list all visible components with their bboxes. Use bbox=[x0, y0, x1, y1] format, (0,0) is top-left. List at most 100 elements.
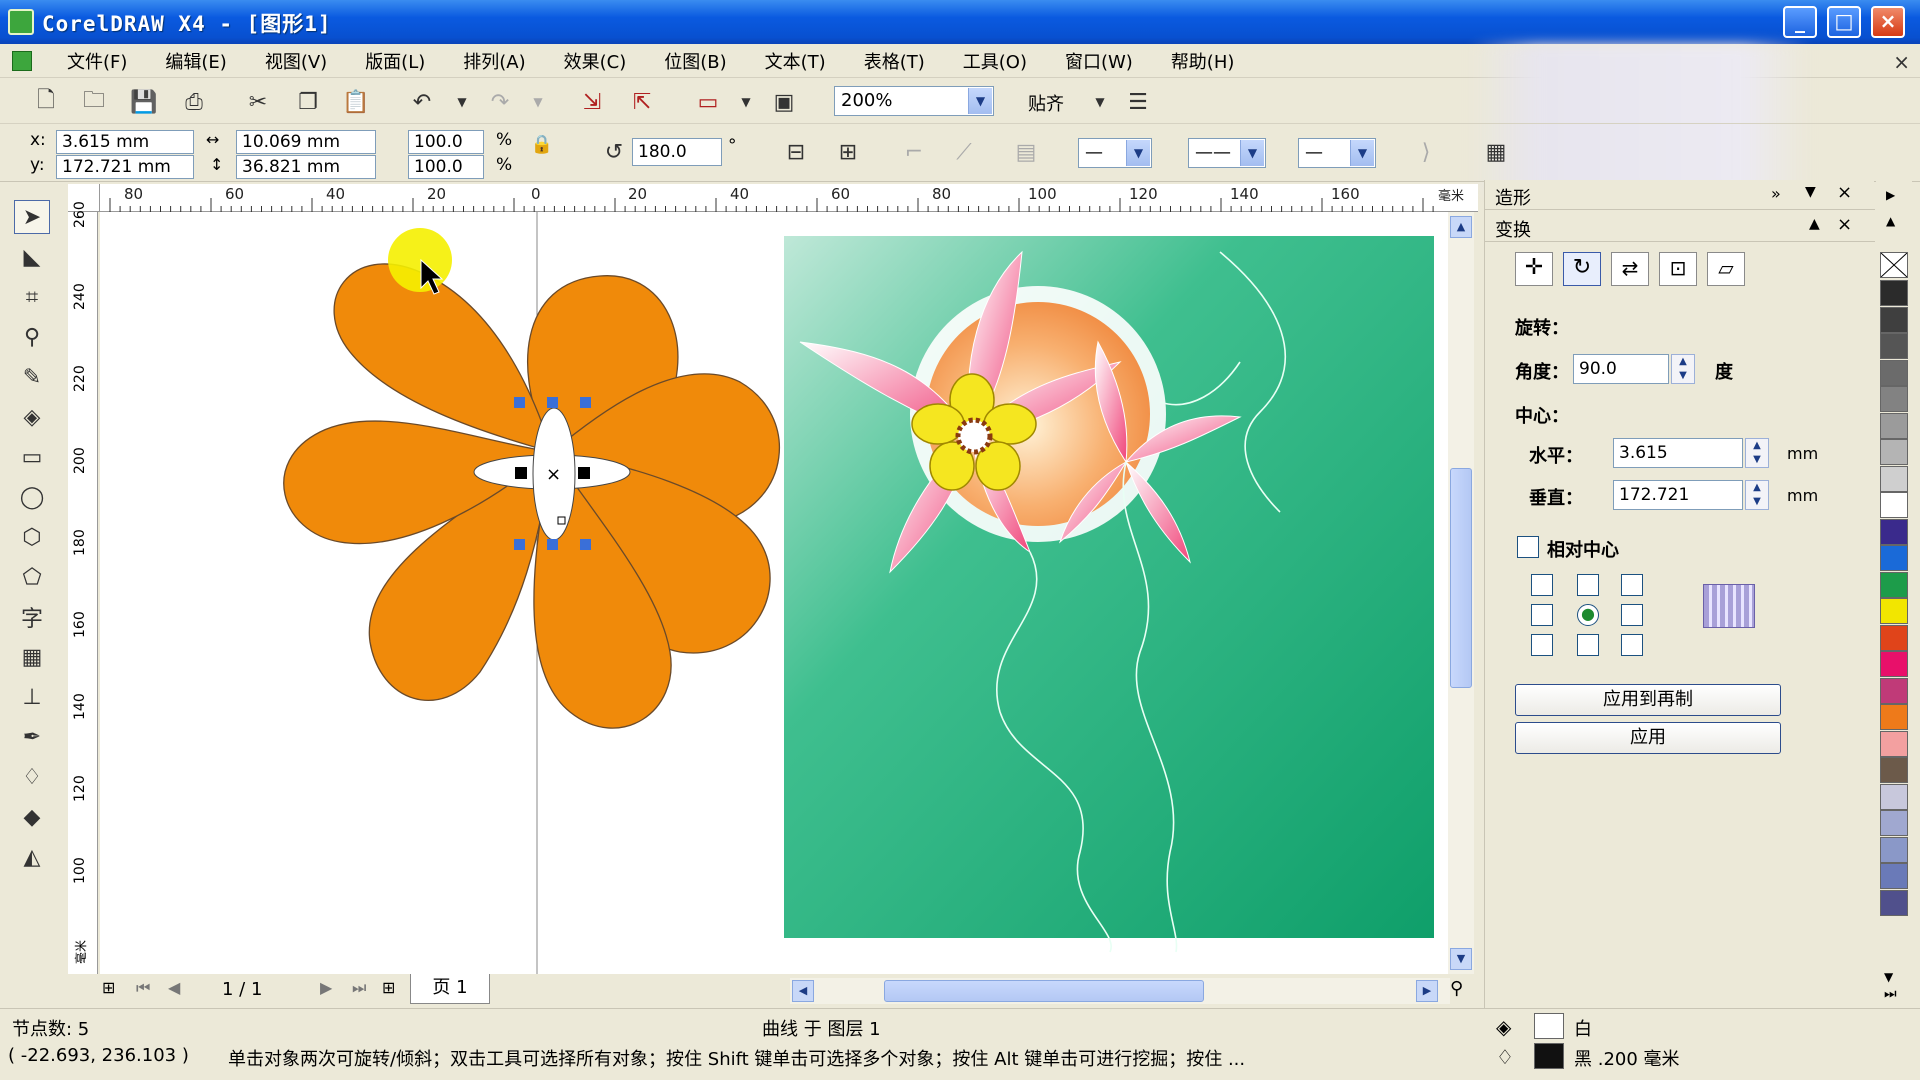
expand-icon[interactable]: » bbox=[1771, 184, 1781, 203]
horizontal-scroll-thumb[interactable] bbox=[884, 980, 1204, 1002]
line-segment-icon[interactable]: ⟋ bbox=[950, 138, 978, 166]
menu-arrange[interactable]: 排列(A) bbox=[444, 48, 544, 74]
redo-icon[interactable]: ↷ bbox=[486, 88, 514, 116]
scroll-left-button[interactable]: ◀ bbox=[792, 980, 814, 1002]
apply-to-duplicate-button[interactable]: 应用到再制 bbox=[1515, 684, 1781, 716]
palette-scroll-up-icon[interactable]: ▶ bbox=[1886, 188, 1895, 202]
mirror-vertical-icon[interactable]: ⊞ bbox=[834, 138, 862, 166]
chevron-down-icon[interactable]: ▼ bbox=[968, 88, 992, 114]
menu-help[interactable]: 帮助(H) bbox=[1152, 48, 1254, 74]
rectangle-tool-icon[interactable]: ▭ bbox=[14, 440, 50, 474]
color-swatch[interactable] bbox=[1880, 439, 1908, 465]
copy-icon[interactable]: ❐ bbox=[294, 88, 322, 116]
pick-tool-icon[interactable]: ➤ bbox=[14, 200, 50, 234]
anchor-top-center[interactable] bbox=[1577, 574, 1599, 596]
drawing-canvas[interactable]: × bbox=[100, 212, 1448, 974]
scale-x-input[interactable]: 100.0 bbox=[408, 130, 484, 154]
application-launcher-icon[interactable]: ▭ bbox=[694, 88, 722, 116]
document-icon[interactable] bbox=[12, 51, 32, 71]
snap-to-button[interactable]: 贴齐 bbox=[1028, 90, 1064, 116]
menu-table[interactable]: 表格(T) bbox=[845, 48, 944, 74]
menu-view[interactable]: 视图(V) bbox=[246, 48, 346, 74]
export-icon[interactable]: ⇱ bbox=[628, 88, 656, 116]
size-mode-icon[interactable]: ⊡ bbox=[1659, 252, 1697, 286]
color-swatch[interactable] bbox=[1880, 333, 1908, 359]
close-button[interactable]: × bbox=[1871, 6, 1905, 38]
center-vertical-input[interactable]: 172.721 bbox=[1613, 480, 1743, 510]
vertical-scroll-thumb[interactable] bbox=[1450, 468, 1472, 688]
first-page-icon[interactable]: ⏮ bbox=[136, 978, 150, 998]
coreldraw-app-icon[interactable] bbox=[8, 9, 34, 35]
chevron-down-icon[interactable]: ▼ bbox=[1240, 140, 1264, 166]
text-tool-icon[interactable]: 字 bbox=[14, 600, 50, 634]
shaping-docker-header[interactable]: 造形 » ▼ × bbox=[1485, 180, 1875, 210]
palette-expand-icon[interactable]: ⏭ bbox=[1884, 986, 1897, 1002]
import-icon[interactable]: ⇲ bbox=[578, 88, 606, 116]
color-swatch[interactable] bbox=[1880, 412, 1908, 439]
anchor-middle-left[interactable] bbox=[1531, 604, 1553, 626]
undo-icon[interactable]: ↶ bbox=[408, 88, 436, 116]
cut-icon[interactable]: ✂ bbox=[244, 88, 272, 116]
add-page-before-icon[interactable]: ⊞ bbox=[102, 978, 115, 997]
horizontal-spinner[interactable]: ▲ ▼ bbox=[1745, 438, 1769, 468]
menu-bitmaps[interactable]: 位图(B) bbox=[645, 48, 745, 74]
fill-color-swatch[interactable] bbox=[1534, 1013, 1564, 1039]
polygon-tool-icon[interactable]: ⬡ bbox=[14, 520, 50, 554]
vertical-scrollbar[interactable]: ▲ ▼ bbox=[1448, 212, 1474, 974]
node-align-icon[interactable]: ⌐ bbox=[900, 138, 928, 166]
color-swatch[interactable] bbox=[1880, 386, 1908, 412]
maximize-button[interactable]: □ bbox=[1827, 6, 1861, 38]
scroll-down-button[interactable]: ▼ bbox=[1450, 948, 1472, 970]
anchor-middle-right[interactable] bbox=[1621, 604, 1643, 626]
fill-tool-icon[interactable]: ◆ bbox=[14, 800, 50, 834]
wrap-text-icon[interactable]: ▤ bbox=[1012, 138, 1040, 166]
width-input[interactable]: 10.069 mm bbox=[236, 130, 376, 154]
vertical-spinner[interactable]: ▲ ▼ bbox=[1745, 480, 1769, 510]
color-swatch[interactable] bbox=[1880, 889, 1908, 916]
chevron-down-icon[interactable]: ▼ bbox=[1805, 184, 1816, 200]
paste-icon[interactable]: 📋 bbox=[342, 88, 370, 116]
print-icon[interactable]: ⎙ bbox=[180, 88, 208, 116]
minimize-button[interactable]: _ bbox=[1783, 6, 1817, 38]
to-back-icon[interactable]: ▦ bbox=[1482, 138, 1510, 166]
line-style-select[interactable]: —— ▼ bbox=[1188, 138, 1266, 168]
color-swatch[interactable] bbox=[1880, 545, 1908, 571]
add-page-after-icon[interactable]: ⊞ bbox=[382, 978, 395, 997]
apply-button[interactable]: 应用 bbox=[1515, 722, 1781, 754]
launcher-dropdown-icon[interactable]: ▼ bbox=[732, 88, 760, 116]
end-arrow-select[interactable]: — ▼ bbox=[1298, 138, 1376, 168]
anchor-top-left[interactable] bbox=[1531, 574, 1553, 596]
palette-scroll-up-icon[interactable]: ▲ bbox=[1886, 214, 1895, 228]
anchor-bottom-right[interactable] bbox=[1621, 634, 1643, 656]
document-close-button[interactable]: × bbox=[1893, 50, 1910, 74]
last-page-icon[interactable]: ⏭ bbox=[352, 978, 366, 998]
scale-mirror-mode-icon[interactable]: ⇄ bbox=[1611, 252, 1649, 286]
horizontal-ruler[interactable]: 80 60 40 20 0 20 40 60 80 100 120 140 16… bbox=[100, 184, 1478, 212]
scroll-up-button[interactable]: ▲ bbox=[1450, 216, 1472, 238]
close-icon[interactable]: × bbox=[1837, 182, 1852, 203]
vertical-ruler[interactable]: 260 240 220 200 180 160 140 120 100 毫米 bbox=[68, 201, 98, 982]
relative-center-checkbox[interactable] bbox=[1517, 536, 1539, 558]
height-input[interactable]: 36.821 mm bbox=[236, 155, 376, 179]
lock-ratio-icon[interactable]: 🔒 bbox=[528, 130, 556, 158]
crop-tool-icon[interactable]: ⌗ bbox=[14, 280, 50, 314]
undo-dropdown-icon[interactable]: ▼ bbox=[448, 88, 476, 116]
chevron-down-icon[interactable]: ▼ bbox=[1350, 140, 1374, 166]
eyedropper-tool-icon[interactable]: ✒ bbox=[14, 720, 50, 754]
rotation-angle-input[interactable]: 180.0 bbox=[632, 138, 722, 166]
position-mode-icon[interactable]: ✛ bbox=[1515, 252, 1553, 286]
color-swatch[interactable] bbox=[1880, 757, 1908, 783]
color-swatch[interactable] bbox=[1880, 624, 1908, 651]
color-swatch[interactable] bbox=[1880, 492, 1908, 518]
color-swatch[interactable] bbox=[1880, 677, 1908, 704]
color-swatch[interactable] bbox=[1880, 810, 1908, 836]
redo-dropdown-icon[interactable]: ▼ bbox=[524, 88, 552, 116]
start-arrow-select[interactable]: — ▼ bbox=[1078, 138, 1152, 168]
anchor-top-right[interactable] bbox=[1621, 574, 1643, 596]
table-tool-icon[interactable]: ▦ bbox=[14, 640, 50, 674]
menu-text[interactable]: 文本(T) bbox=[746, 48, 845, 74]
color-swatch[interactable] bbox=[1880, 863, 1908, 889]
menu-window[interactable]: 窗口(W) bbox=[1046, 48, 1152, 74]
color-swatch[interactable] bbox=[1880, 651, 1908, 677]
color-swatch[interactable] bbox=[1880, 704, 1908, 730]
